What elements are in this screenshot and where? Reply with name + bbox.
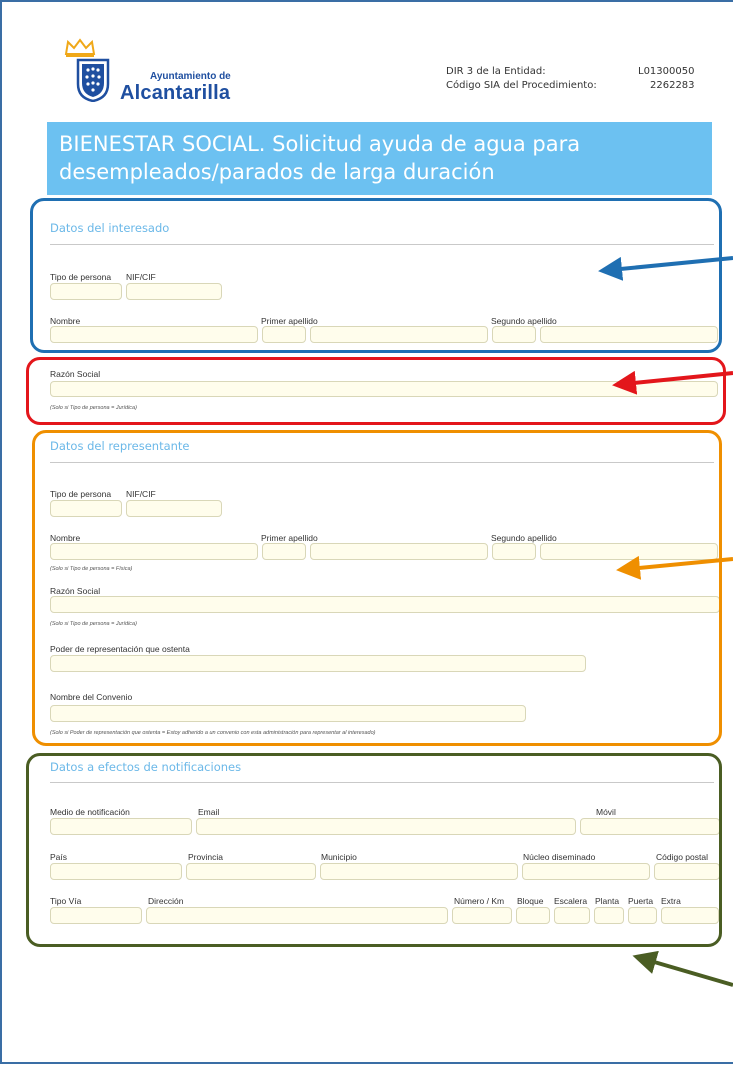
arrow-left-icon xyxy=(598,256,733,281)
annotation-arrows xyxy=(598,256,733,987)
form-page: Ayuntamiento de Alcantarilla DIR 3 de la… xyxy=(0,0,733,1064)
arrow-left-icon xyxy=(616,555,733,580)
arrow-left-icon xyxy=(632,950,733,987)
arrow-left-icon xyxy=(612,370,733,395)
